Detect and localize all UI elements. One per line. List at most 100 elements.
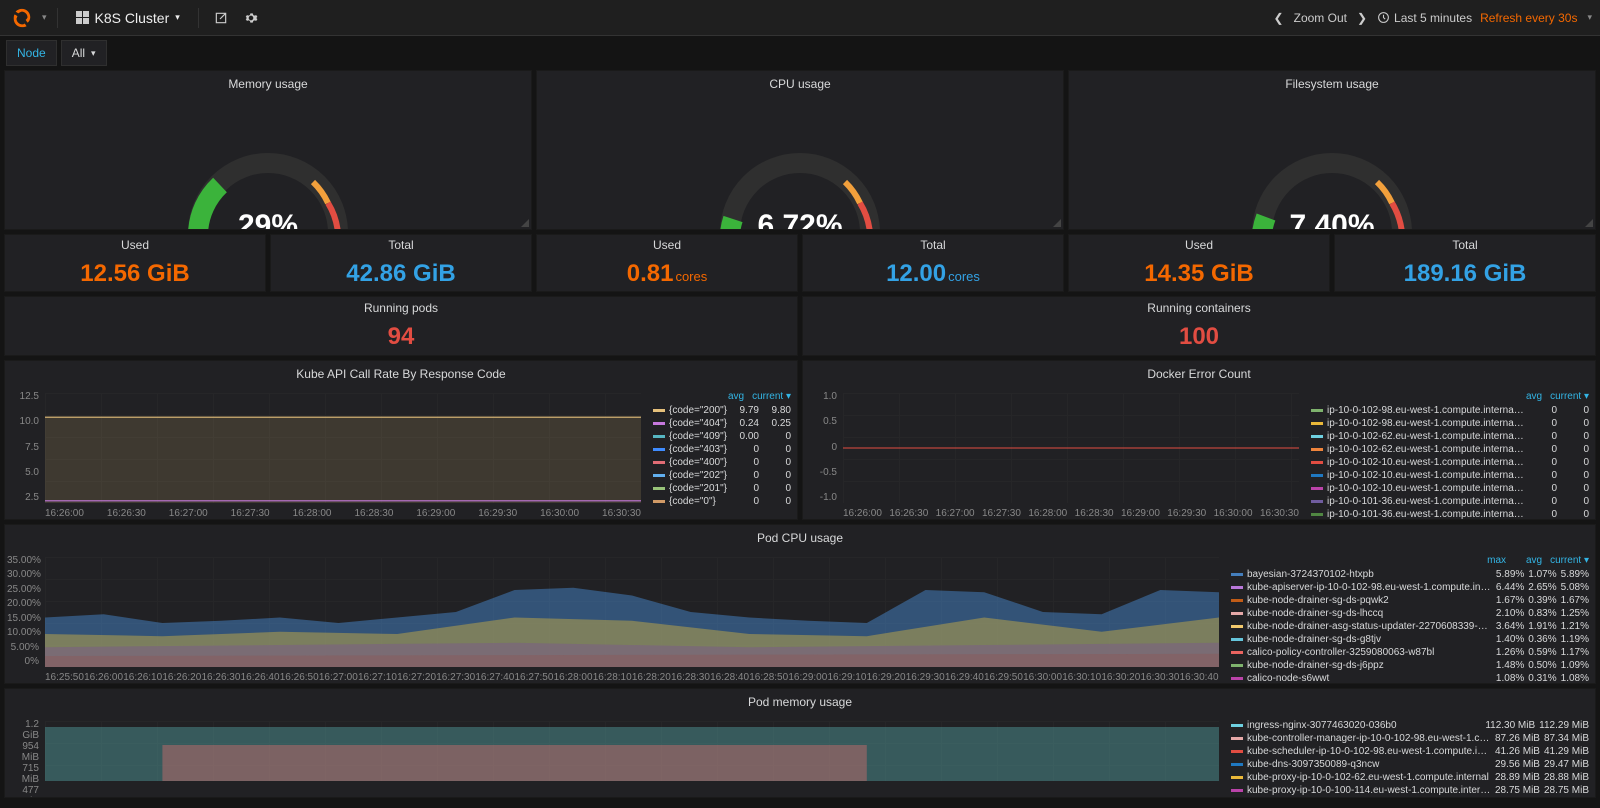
legend-item[interactable]: kube-proxy-ip-10-0-100-114.eu-west-1.com… (1231, 784, 1589, 797)
dashboard-picker[interactable]: K8S Cluster ▾ (68, 6, 188, 30)
legend-value: 0 (763, 495, 791, 508)
legend-item[interactable]: kube-node-drainer-sg-ds-lhccq2.10%0.83%1… (1231, 607, 1589, 620)
legend-item[interactable]: ip-10-0-102-62.eu-west-1.compute.interna… (1311, 430, 1589, 443)
legend-item[interactable]: ip-10-0-102-10.eu-west-1.compute.interna… (1311, 456, 1589, 469)
time-forward-button[interactable]: ❯ (1355, 9, 1369, 27)
legend-swatch (1231, 586, 1243, 589)
legend-item[interactable]: kube-node-drainer-sg-ds-g8tjv1.40%0.36%1… (1231, 633, 1589, 646)
variable-value-dropdown[interactable]: All ▾ (61, 40, 107, 66)
plot-area (843, 393, 1299, 503)
legend-swatch (653, 487, 665, 490)
legend-value: 0.24 (731, 417, 759, 430)
legend-item[interactable]: kube-controller-manager-ip-10-0-102-98.e… (1231, 732, 1589, 745)
legend-series-name: ip-10-0-102-10.eu-west-1.compute.interna… (1327, 469, 1525, 482)
legend: ingress-nginx-3077463020-036b0 112.30 MiB… (1225, 715, 1595, 798)
legend-item[interactable]: {code="0"}00 (653, 495, 791, 508)
legend-item[interactable]: kube-apiserver-ip-10-0-102-98.eu-west-1.… (1231, 581, 1589, 594)
resize-handle-icon[interactable] (1053, 219, 1061, 227)
legend-value: 1.19% (1561, 633, 1589, 646)
legend-item[interactable]: kube-node-drainer-sg-ds-j6ppz1.48%0.50%1… (1231, 659, 1589, 672)
stat-panel[interactable]: Total42.86 GiB (270, 234, 532, 292)
legend-value: 0 (731, 456, 759, 469)
stat-panel[interactable]: Total189.16 GiB (1334, 234, 1596, 292)
legend-item[interactable]: {code="200"}9.799.80 (653, 404, 791, 417)
legend-item[interactable]: ip-10-0-102-98.eu-west-1.compute.interna… (1311, 417, 1589, 430)
stat-panel[interactable]: Used0.81cores (536, 234, 798, 292)
legend-item[interactable]: kube-dns-3097350089-q3ncw29.56 MiB29.47 … (1231, 758, 1589, 771)
legend-swatch (1231, 664, 1243, 667)
graph-plot[interactable]: 1.00.50-0.5-1.0 16:26:0016:26:3016:27:00… (803, 387, 1305, 520)
legend-item[interactable]: ip-10-0-102-10.eu-west-1.compute.interna… (1311, 469, 1589, 482)
legend-item[interactable]: kube-node-drainer-asg-status-updater-227… (1231, 620, 1589, 633)
legend-item[interactable]: kube-scheduler-ip-10-0-102-98.eu-west-1.… (1231, 745, 1589, 758)
legend-swatch (1231, 724, 1243, 727)
settings-button[interactable] (239, 6, 263, 30)
stat-panel[interactable]: Used12.56 GiB (4, 234, 266, 292)
legend-item[interactable]: kube-proxy-ip-10-0-102-62.eu-west-1.comp… (1231, 771, 1589, 784)
kube-api-rate-panel[interactable]: Kube API Call Rate By Response Code 12.5… (4, 360, 798, 520)
stat-value: 94 (388, 323, 415, 351)
legend-item[interactable]: {code="403"}00 (653, 443, 791, 456)
legend-value: 112.30 MiB (1485, 719, 1535, 732)
stat-title: Total (920, 238, 945, 252)
legend-swatch (1311, 409, 1323, 412)
legend-item[interactable]: {code="400"}00 (653, 456, 791, 469)
resize-handle-icon[interactable] (1585, 219, 1593, 227)
graph-plot[interactable]: 1.2 GiB954 MiB715 MiB477 MiB (5, 715, 1225, 798)
share-button[interactable] (209, 6, 233, 30)
legend-item[interactable]: {code="409"}0.000 (653, 430, 791, 443)
cpu-usage-gauge-panel[interactable]: CPU usage 6.72% (536, 70, 1064, 230)
legend-value: 41.29 MiB (1544, 745, 1589, 758)
legend-series-name: ip-10-0-102-98.eu-west-1.compute.interna… (1327, 417, 1525, 430)
filesystem-usage-gauge-panel[interactable]: Filesystem usage 7.40% (1068, 70, 1596, 230)
legend-item[interactable]: ip-10-0-102-98.eu-west-1.compute.interna… (1311, 404, 1589, 417)
resize-handle-icon[interactable] (521, 219, 529, 227)
legend: avg current ▾ {code="200"}9.799.80{code=… (647, 387, 797, 520)
legend-swatch (1231, 776, 1243, 779)
running-pods-panel[interactable]: Running pods 94 (4, 296, 798, 356)
stat-title: Used (1185, 238, 1213, 252)
grafana-logo-button[interactable] (8, 4, 36, 32)
chevron-down-icon[interactable]: ▾ (42, 12, 47, 23)
legend-item[interactable]: ip-10-0-101-36.eu-west-1.compute.interna… (1311, 495, 1589, 508)
legend-item[interactable]: ingress-nginx-3077463020-036b0 112.30 MiB… (1231, 719, 1589, 732)
graph-plot[interactable]: 12.510.07.55.02.5 16:26:0016:26:3016:27:… (5, 387, 647, 520)
docker-error-count-panel[interactable]: Docker Error Count 1.00.50-0.5-1.0 16:26… (802, 360, 1596, 520)
memory-usage-gauge-panel[interactable]: Memory usage 29% (4, 70, 532, 230)
graph-plot[interactable]: 35.00%30.00%25.00%20.00%15.00%10.00%5.00… (5, 551, 1225, 684)
time-range-picker[interactable]: Last 5 minutes (1377, 11, 1472, 25)
legend-item[interactable]: {code="201"}00 (653, 482, 791, 495)
legend-value: 0 (731, 443, 759, 456)
legend: avg current ▾ ip-10-0-102-98.eu-west-1.c… (1305, 387, 1595, 520)
legend-value: 5.89% (1496, 568, 1524, 581)
legend-col[interactable]: current ▾ (752, 391, 791, 402)
pod-memory-usage-panel[interactable]: Pod memory usage 1.2 GiB954 MiB715 MiB47… (4, 688, 1596, 798)
legend-series-name: calico-node-s6wwt (1247, 672, 1492, 684)
legend-item[interactable]: calico-node-s6wwt1.08%0.31%1.08% (1231, 672, 1589, 684)
stat-panel[interactable]: Used14.35 GiB (1068, 234, 1330, 292)
legend-item[interactable]: ip-10-0-101-36.eu-west-1.compute.interna… (1311, 508, 1589, 520)
legend-item[interactable]: ip-10-0-102-62.eu-west-1.compute.interna… (1311, 443, 1589, 456)
legend-item[interactable]: bayesian-3724370102-htxpb5.89%1.07%5.89% (1231, 568, 1589, 581)
legend-value: 0.25 (763, 417, 791, 430)
gauge-value: 29% (168, 209, 368, 230)
legend-item[interactable]: kube-node-drainer-sg-ds-pqwk21.67%0.39%1… (1231, 594, 1589, 607)
chevron-down-icon[interactable]: ▾ (1587, 12, 1592, 23)
legend-item[interactable]: calico-policy-controller-3259080063-w87b… (1231, 646, 1589, 659)
legend-series-name: kube-proxy-ip-10-0-102-62.eu-west-1.comp… (1247, 771, 1491, 784)
legend-value: 0 (1561, 430, 1589, 443)
legend-value: 5.89% (1561, 568, 1589, 581)
stat-panel[interactable]: Total12.00cores (802, 234, 1064, 292)
running-containers-panel[interactable]: Running containers 100 (802, 296, 1596, 356)
legend-col[interactable]: current ▾ (1550, 391, 1589, 402)
time-back-button[interactable]: ❮ (1272, 9, 1286, 27)
zoom-out-button[interactable]: Zoom Out (1294, 11, 1347, 25)
legend-series-name: ingress-nginx-3077463020-036b0 (1247, 719, 1481, 732)
refresh-interval[interactable]: Refresh every 30s (1480, 11, 1577, 25)
legend-item[interactable]: ip-10-0-102-10.eu-west-1.compute.interna… (1311, 482, 1589, 495)
legend-item[interactable]: {code="404"}0.240.25 (653, 417, 791, 430)
legend-item[interactable]: {code="202"}00 (653, 469, 791, 482)
legend-value: 0 (1561, 443, 1589, 456)
pod-cpu-usage-panel[interactable]: Pod CPU usage 35.00%30.00%25.00%20.00%15… (4, 524, 1596, 684)
legend-col[interactable]: current ▾ (1550, 555, 1589, 566)
